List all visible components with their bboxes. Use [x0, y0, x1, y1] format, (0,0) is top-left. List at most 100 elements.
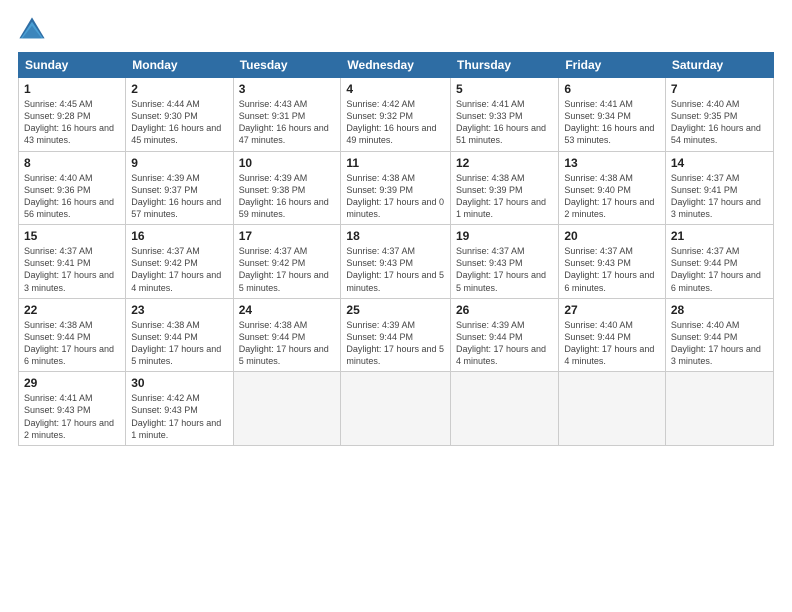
- calendar-cell: 5Sunrise: 4:41 AM Sunset: 9:33 PM Daylig…: [451, 78, 559, 152]
- day-info: Sunrise: 4:38 AM Sunset: 9:39 PM Dayligh…: [346, 172, 445, 221]
- calendar: SundayMondayTuesdayWednesdayThursdayFrid…: [18, 52, 774, 446]
- day-number: 21: [671, 229, 768, 243]
- day-info: Sunrise: 4:37 AM Sunset: 9:43 PM Dayligh…: [346, 245, 445, 294]
- day-number: 22: [24, 303, 120, 317]
- calendar-cell: 8 Sunrise: 4:40 AM Sunset: 9:36 PM Daylig…: [19, 151, 126, 225]
- day-number: 14: [671, 156, 768, 170]
- day-info: Sunrise: 4:40 AM Sunset: 9:44 PM Dayligh…: [671, 319, 768, 368]
- calendar-cell: 27 Sunrise: 4:40 AM Sunset: 9:44 PM Dayli…: [559, 298, 666, 372]
- calendar-cell: 14 Sunrise: 4:37 AM Sunset: 9:41 PM Dayli…: [665, 151, 773, 225]
- calendar-cell: 18 Sunrise: 4:37 AM Sunset: 9:43 PM Dayli…: [341, 225, 451, 299]
- day-info: Sunrise: 4:41 AM Sunset: 9:43 PM Dayligh…: [24, 392, 120, 441]
- day-number: 8: [24, 156, 120, 170]
- day-number: 17: [239, 229, 336, 243]
- day-info: Sunrise: 4:38 AM Sunset: 9:40 PM Dayligh…: [564, 172, 660, 221]
- header-saturday: Saturday: [665, 53, 773, 78]
- calendar-cell: 16 Sunrise: 4:37 AM Sunset: 9:42 PM Dayli…: [126, 225, 233, 299]
- calendar-cell: 21Sunrise: 4:37 AM Sunset: 9:44 PM Dayli…: [665, 225, 773, 299]
- week-row-3: 15Sunrise: 4:37 AM Sunset: 9:41 PM Dayli…: [19, 225, 774, 299]
- calendar-cell: 19 Sunrise: 4:37 AM Sunset: 9:43 PM Dayli…: [451, 225, 559, 299]
- calendar-cell: [341, 372, 451, 446]
- day-info: Sunrise: 4:42 AM Sunset: 9:43 PM Dayligh…: [131, 392, 227, 441]
- calendar-cell: 2 Sunrise: 4:44 AM Sunset: 9:30 PM Daylig…: [126, 78, 233, 152]
- calendar-cell: 12 Sunrise: 4:38 AM Sunset: 9:39 PM Dayli…: [451, 151, 559, 225]
- day-number: 18: [346, 229, 445, 243]
- day-info: Sunrise: 4:39 AM Sunset: 9:37 PM Dayligh…: [131, 172, 227, 221]
- calendar-cell: [451, 372, 559, 446]
- day-info: Sunrise: 4:37 AM Sunset: 9:41 PM Dayligh…: [671, 172, 768, 221]
- day-info: Sunrise: 4:40 AM Sunset: 9:36 PM Dayligh…: [24, 172, 120, 221]
- day-number: 24: [239, 303, 336, 317]
- day-number: 19: [456, 229, 553, 243]
- day-info: Sunrise: 4:42 AM Sunset: 9:32 PM Dayligh…: [346, 98, 445, 147]
- calendar-cell: 23Sunrise: 4:38 AM Sunset: 9:44 PM Dayli…: [126, 298, 233, 372]
- header-thursday: Thursday: [451, 53, 559, 78]
- day-number: 29: [24, 376, 120, 390]
- day-info: Sunrise: 4:41 AM Sunset: 9:34 PM Dayligh…: [564, 98, 660, 147]
- day-number: 2: [131, 82, 227, 96]
- calendar-cell: 30 Sunrise: 4:42 AM Sunset: 9:43 PM Dayli…: [126, 372, 233, 446]
- header-monday: Monday: [126, 53, 233, 78]
- header-sunday: Sunday: [19, 53, 126, 78]
- calendar-cell: 29 Sunrise: 4:41 AM Sunset: 9:43 PM Dayli…: [19, 372, 126, 446]
- day-number: 10: [239, 156, 336, 170]
- calendar-cell: 6Sunrise: 4:41 AM Sunset: 9:34 PM Daylig…: [559, 78, 666, 152]
- calendar-cell: 26 Sunrise: 4:39 AM Sunset: 9:44 PM Dayli…: [451, 298, 559, 372]
- day-number: 16: [131, 229, 227, 243]
- day-info: Sunrise: 4:37 AM Sunset: 9:43 PM Dayligh…: [456, 245, 553, 294]
- calendar-cell: [665, 372, 773, 446]
- day-info: Sunrise: 4:38 AM Sunset: 9:44 PM Dayligh…: [131, 319, 227, 368]
- day-info: Sunrise: 4:38 AM Sunset: 9:39 PM Dayligh…: [456, 172, 553, 221]
- day-info: Sunrise: 4:38 AM Sunset: 9:44 PM Dayligh…: [24, 319, 120, 368]
- day-info: Sunrise: 4:43 AM Sunset: 9:31 PM Dayligh…: [239, 98, 336, 147]
- day-info: Sunrise: 4:44 AM Sunset: 9:30 PM Dayligh…: [131, 98, 227, 147]
- calendar-cell: 28 Sunrise: 4:40 AM Sunset: 9:44 PM Dayli…: [665, 298, 773, 372]
- page-header: [18, 16, 774, 44]
- calendar-header-row: SundayMondayTuesdayWednesdayThursdayFrid…: [19, 53, 774, 78]
- day-number: 7: [671, 82, 768, 96]
- day-info: Sunrise: 4:40 AM Sunset: 9:44 PM Dayligh…: [564, 319, 660, 368]
- calendar-cell: 24Sunrise: 4:38 AM Sunset: 9:44 PM Dayli…: [233, 298, 341, 372]
- calendar-cell: 3 Sunrise: 4:43 AM Sunset: 9:31 PM Daylig…: [233, 78, 341, 152]
- day-info: Sunrise: 4:39 AM Sunset: 9:38 PM Dayligh…: [239, 172, 336, 221]
- header-wednesday: Wednesday: [341, 53, 451, 78]
- day-info: Sunrise: 4:40 AM Sunset: 9:35 PM Dayligh…: [671, 98, 768, 147]
- day-number: 27: [564, 303, 660, 317]
- calendar-cell: 20 Sunrise: 4:37 AM Sunset: 9:43 PM Dayli…: [559, 225, 666, 299]
- day-number: 26: [456, 303, 553, 317]
- day-number: 5: [456, 82, 553, 96]
- day-number: 25: [346, 303, 445, 317]
- day-number: 9: [131, 156, 227, 170]
- day-number: 30: [131, 376, 227, 390]
- day-info: Sunrise: 4:45 AM Sunset: 9:28 PM Dayligh…: [24, 98, 120, 147]
- day-number: 20: [564, 229, 660, 243]
- header-friday: Friday: [559, 53, 666, 78]
- week-row-1: 1Sunrise: 4:45 AM Sunset: 9:28 PM Daylig…: [19, 78, 774, 152]
- logo: [18, 16, 48, 44]
- week-row-4: 22 Sunrise: 4:38 AM Sunset: 9:44 PM Dayli…: [19, 298, 774, 372]
- day-info: Sunrise: 4:37 AM Sunset: 9:43 PM Dayligh…: [564, 245, 660, 294]
- calendar-cell: 9 Sunrise: 4:39 AM Sunset: 9:37 PM Daylig…: [126, 151, 233, 225]
- calendar-cell: 11 Sunrise: 4:38 AM Sunset: 9:39 PM Dayli…: [341, 151, 451, 225]
- day-info: Sunrise: 4:37 AM Sunset: 9:42 PM Dayligh…: [239, 245, 336, 294]
- day-number: 3: [239, 82, 336, 96]
- calendar-cell: 1Sunrise: 4:45 AM Sunset: 9:28 PM Daylig…: [19, 78, 126, 152]
- day-number: 11: [346, 156, 445, 170]
- calendar-cell: [233, 372, 341, 446]
- week-row-5: 29 Sunrise: 4:41 AM Sunset: 9:43 PM Dayli…: [19, 372, 774, 446]
- day-info: Sunrise: 4:39 AM Sunset: 9:44 PM Dayligh…: [346, 319, 445, 368]
- day-number: 13: [564, 156, 660, 170]
- calendar-cell: 22 Sunrise: 4:38 AM Sunset: 9:44 PM Dayli…: [19, 298, 126, 372]
- day-info: Sunrise: 4:37 AM Sunset: 9:42 PM Dayligh…: [131, 245, 227, 294]
- day-info: Sunrise: 4:39 AM Sunset: 9:44 PM Dayligh…: [456, 319, 553, 368]
- calendar-cell: 15Sunrise: 4:37 AM Sunset: 9:41 PM Dayli…: [19, 225, 126, 299]
- calendar-cell: 7 Sunrise: 4:40 AM Sunset: 9:35 PM Daylig…: [665, 78, 773, 152]
- day-number: 4: [346, 82, 445, 96]
- calendar-cell: 25 Sunrise: 4:39 AM Sunset: 9:44 PM Dayli…: [341, 298, 451, 372]
- header-tuesday: Tuesday: [233, 53, 341, 78]
- calendar-cell: [559, 372, 666, 446]
- day-number: 12: [456, 156, 553, 170]
- day-number: 28: [671, 303, 768, 317]
- calendar-cell: 4 Sunrise: 4:42 AM Sunset: 9:32 PM Daylig…: [341, 78, 451, 152]
- calendar-cell: 13 Sunrise: 4:38 AM Sunset: 9:40 PM Dayli…: [559, 151, 666, 225]
